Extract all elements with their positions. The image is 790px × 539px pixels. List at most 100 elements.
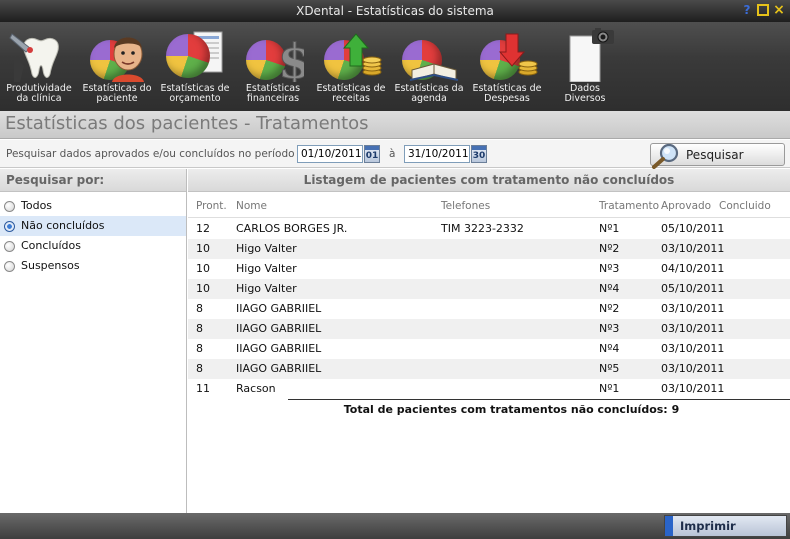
cell-telefones: TIM 3223-2332 [441, 222, 524, 235]
cell-nome: IIAGO GABRIIEL [236, 322, 322, 335]
revenue-pie-icon [320, 26, 382, 82]
tooth-drill-icon [8, 26, 70, 82]
listing-header: Listagem de pacientes com tratamento não… [188, 169, 790, 192]
calendar-to-icon[interactable]: 30 [471, 145, 487, 163]
table-row[interactable]: 11 Racson Nº1 03/10/2011 [188, 379, 790, 399]
cell-aprovado: 04/10/2011 [661, 262, 725, 275]
toolbar-item-dados-diversos[interactable]: Dados Diversos [546, 22, 624, 111]
table-row[interactable]: 12 CARLOS BORGES JR. TIM 3223-2332 Nº1 0… [188, 219, 790, 239]
cell-pront: 8 [196, 362, 203, 375]
cell-nome: IIAGO GABRIIEL [236, 342, 322, 355]
cell-tratamento: Nº5 [599, 362, 620, 375]
filter-option-todos[interactable]: Todos [0, 196, 186, 216]
cell-nome: Higo Valter [236, 282, 297, 295]
radio-icon[interactable] [4, 220, 15, 232]
toolbar-item-label: Estatísticas do paciente [82, 83, 152, 104]
table-row[interactable]: 8 IIAGO GABRIIEL Nº5 03/10/2011 [188, 359, 790, 379]
bottom-bar: Imprimir [0, 513, 790, 539]
search-button-label: Pesquisar [686, 148, 744, 162]
toolbar-item-estatisticas-paciente[interactable]: Estatísticas do paciente [78, 22, 156, 111]
cell-tratamento: Nº2 [599, 242, 620, 255]
table-header: Pront. Nome Telefones Tratamento Aprovad… [188, 196, 790, 218]
cell-pront: 12 [196, 222, 210, 235]
window-controls: ? × [740, 3, 786, 17]
listing-panel: Listagem de pacientes com tratamento não… [188, 169, 790, 513]
toolbar-item-label: Dados Diversos [564, 83, 606, 104]
total-value: 9 [671, 403, 680, 416]
calendar-from-icon[interactable]: 01 [364, 145, 380, 163]
toolbar-item-label: Estatísticas financeiras [245, 83, 301, 104]
dollar-pie-icon: $ [242, 26, 304, 82]
total-summary: Total de pacientes com tratamentos não c… [188, 403, 790, 416]
cell-aprovado: 03/10/2011 [661, 322, 725, 335]
print-button[interactable]: Imprimir [664, 515, 787, 537]
table-row[interactable]: 8 IIAGO GABRIIEL Nº3 03/10/2011 [188, 319, 790, 339]
toolbar-item-label: Produtividade da clínica [6, 83, 72, 104]
calendar-to-label: 30 [472, 151, 486, 161]
column-header-aprovado[interactable]: Aprovado [661, 200, 711, 212]
expenses-pie-icon [476, 26, 538, 82]
maximize-button[interactable] [757, 4, 769, 16]
toolbar-item-label: Estatísticas de receitas [316, 83, 386, 104]
column-header-tratamento[interactable]: Tratamento [599, 200, 659, 212]
print-button-label: Imprimir [680, 519, 736, 533]
total-label: Total de pacientes com tratamentos não c… [343, 403, 668, 416]
cell-pront: 11 [196, 382, 210, 395]
filter-option-label: Não concluídos [21, 219, 105, 232]
cell-pront: 10 [196, 242, 210, 255]
cell-tratamento: Nº1 [599, 382, 620, 395]
help-button[interactable]: ? [740, 3, 754, 17]
cell-tratamento: Nº4 [599, 282, 620, 295]
cell-aprovado: 03/10/2011 [661, 342, 725, 355]
column-header-telefones[interactable]: Telefones [441, 200, 490, 212]
table-row[interactable]: 10 Higo Valter Nº2 03/10/2011 [188, 239, 790, 259]
filter-option-concluidos[interactable]: Concluídos [0, 236, 186, 256]
toolbar-item-estatisticas-despesas[interactable]: Estatísticas de Despesas [468, 22, 546, 111]
table-row[interactable]: 8 IIAGO GABRIIEL Nº4 03/10/2011 [188, 339, 790, 359]
title-bar: XDental - Estatísticas do sistema ? × [0, 0, 790, 22]
cell-aprovado: 05/10/2011 [661, 282, 725, 295]
cell-tratamento: Nº1 [599, 222, 620, 235]
search-row: Pesquisar dados aprovados e/ou concluído… [0, 140, 790, 169]
column-header-pront[interactable]: Pront. [196, 200, 227, 212]
toolbar-item-produtividade[interactable]: Produtividade da clínica [0, 22, 78, 111]
table-row[interactable]: 10 Higo Valter Nº4 05/10/2011 [188, 279, 790, 299]
radio-icon[interactable] [4, 200, 15, 212]
cell-nome: Racson [236, 382, 276, 395]
table-row[interactable]: 8 IIAGO GABRIIEL Nº2 03/10/2011 [188, 299, 790, 319]
filter-panel: Pesquisar por: Todos Não concluídos Conc… [0, 169, 187, 513]
filter-option-label: Concluídos [21, 239, 81, 252]
filter-option-suspensos[interactable]: Suspensos [0, 256, 186, 276]
cell-nome: Higo Valter [236, 242, 297, 255]
cell-pront: 8 [196, 302, 203, 315]
toolbar-item-estatisticas-financeiras[interactable]: $ Estatísticas financeiras [234, 22, 312, 111]
cell-nome: Higo Valter [236, 262, 297, 275]
statistics-toolbar: Produtividade da clínica Estatísticas do… [0, 22, 790, 111]
agenda-pie-icon [398, 26, 460, 82]
toolbar-item-estatisticas-agenda[interactable]: Estatísticas da agenda [390, 22, 468, 111]
radio-icon[interactable] [4, 260, 15, 272]
cell-aprovado: 03/10/2011 [661, 302, 725, 315]
cell-aprovado: 03/10/2011 [661, 382, 725, 395]
table-body: 12 CARLOS BORGES JR. TIM 3223-2332 Nº1 0… [188, 219, 790, 399]
cell-nome: IIAGO GABRIIEL [236, 362, 322, 375]
filter-option-nao-concluidos[interactable]: Não concluídos [0, 216, 186, 236]
close-button[interactable]: × [772, 3, 786, 17]
cell-tratamento: Nº2 [599, 302, 620, 315]
filter-header: Pesquisar por: [0, 169, 186, 192]
cell-aprovado: 03/10/2011 [661, 362, 725, 375]
cell-pront: 10 [196, 282, 210, 295]
cell-tratamento: Nº4 [599, 342, 620, 355]
column-header-nome[interactable]: Nome [236, 200, 267, 212]
column-header-concluido[interactable]: Concluido [719, 200, 771, 212]
toolbar-item-estatisticas-orcamento[interactable]: Estatísticas de orçamento [156, 22, 234, 111]
search-button[interactable]: Pesquisar [650, 143, 785, 169]
date-from-input[interactable]: 01/10/2011 [297, 145, 363, 163]
toolbar-item-estatisticas-receitas[interactable]: Estatísticas de receitas [312, 22, 390, 111]
filter-options: Todos Não concluídos Concluídos Suspenso… [0, 192, 186, 276]
radio-icon[interactable] [4, 240, 15, 252]
table-row[interactable]: 10 Higo Valter Nº3 04/10/2011 [188, 259, 790, 279]
date-to-input[interactable]: 31/10/2011 [404, 145, 470, 163]
cell-tratamento: Nº3 [599, 262, 620, 275]
cell-pront: 10 [196, 262, 210, 275]
